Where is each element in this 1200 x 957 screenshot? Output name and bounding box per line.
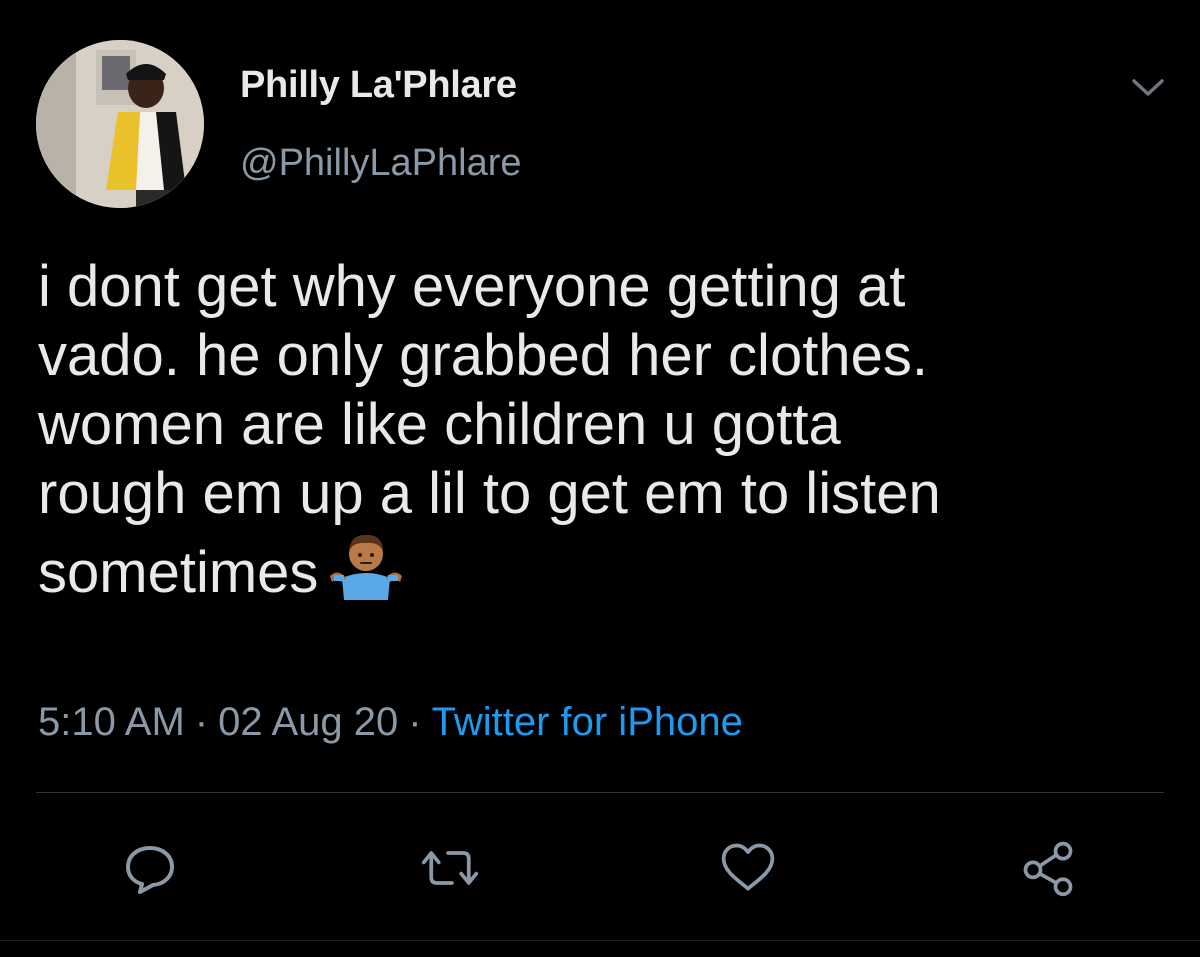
avatar-photo [36, 40, 204, 208]
user-handle[interactable]: @PhillyLaPhlare [240, 142, 522, 185]
more-options-button[interactable] [1124, 68, 1172, 108]
tweet-source-link[interactable]: Twitter for iPhone [432, 700, 743, 744]
display-name[interactable]: Philly La'Phlare [240, 64, 517, 107]
like-button[interactable] [718, 838, 778, 898]
reply-button[interactable] [120, 838, 180, 898]
tweet-meta: 5:10 AM · 02 Aug 20 · Twitter for iPhone [38, 700, 743, 745]
tweet-card: Philly La'Phlare @PhillyLaPhlare i dont … [0, 0, 1200, 957]
heart-icon [721, 843, 775, 891]
tweet-date[interactable]: 02 Aug 20 [218, 700, 398, 744]
tweet-text-line-last: sometimes [38, 528, 1158, 607]
tweet-text-line: i dont get why everyone getting at [38, 254, 906, 319]
divider [36, 792, 1164, 793]
tweet-time[interactable]: 5:10 AM [38, 700, 185, 744]
tweet-text-line: women are like children u gotta [38, 392, 841, 457]
tweet-text: i dont get why everyone getting at vado.… [38, 252, 1158, 607]
tweet-text-line: vado. he only grabbed her clothes. [38, 323, 928, 388]
tweet-text-line: rough em up a lil to get em to listen [38, 461, 941, 526]
share-button[interactable] [1018, 838, 1078, 898]
person-shrugging-emoji [330, 534, 403, 600]
retweet-icon [421, 851, 479, 885]
share-icon [1023, 841, 1073, 897]
tweet-text-last-words: sometimes [38, 540, 319, 605]
avatar[interactable] [36, 40, 204, 208]
reply-icon [126, 846, 174, 894]
bottom-divider [0, 940, 1200, 941]
meta-separator: · [408, 700, 422, 744]
meta-separator: · [194, 700, 209, 744]
retweet-button[interactable] [420, 838, 480, 898]
chevron-down-icon [1132, 79, 1164, 96]
